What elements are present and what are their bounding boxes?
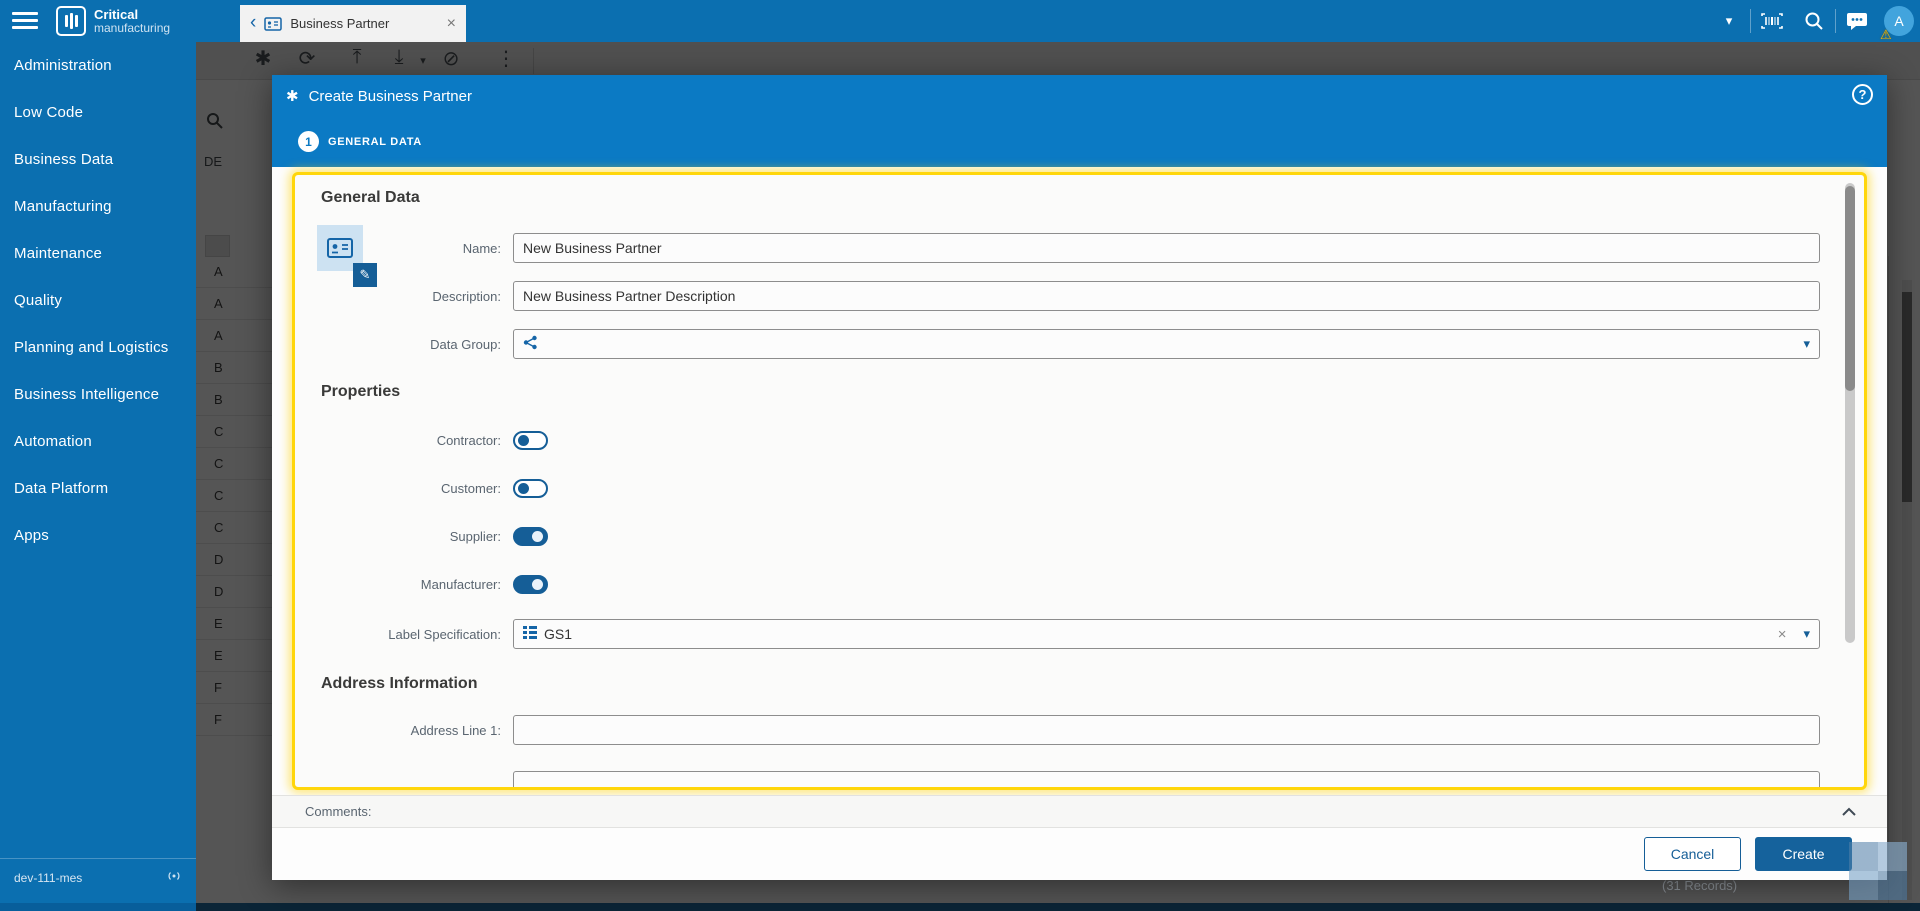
data-group-label: Data Group: bbox=[430, 336, 501, 352]
app-logo: Critical manufacturing bbox=[56, 6, 170, 36]
logo-icon bbox=[56, 6, 86, 36]
customer-toggle[interactable] bbox=[513, 479, 548, 498]
clear-icon[interactable]: × bbox=[1778, 626, 1787, 643]
menu-icon[interactable] bbox=[12, 12, 38, 30]
sidebar-item-data-platform[interactable]: Data Platform bbox=[0, 465, 196, 512]
sidebar-item-low-code[interactable]: Low Code bbox=[0, 89, 196, 136]
dialog-header: ✱ Create Business Partner ? 1 GENERAL DA… bbox=[272, 75, 1887, 167]
back-chevron-icon[interactable]: ‹ bbox=[250, 13, 256, 32]
step-label: GENERAL DATA bbox=[328, 135, 422, 148]
sidebar-item-automation[interactable]: Automation bbox=[0, 418, 196, 465]
share-icon bbox=[523, 335, 538, 353]
form-scrollbar[interactable] bbox=[1845, 183, 1855, 643]
user-avatar[interactable]: A ⚠ bbox=[1878, 0, 1920, 42]
wizard-step-general-data[interactable]: 1 GENERAL DATA bbox=[298, 131, 422, 152]
chevron-down-icon[interactable]: ▾ bbox=[1803, 336, 1810, 352]
cancel-button[interactable]: Cancel bbox=[1644, 837, 1741, 871]
logo-line2: manufacturing bbox=[94, 20, 171, 35]
comments-section[interactable]: Comments: bbox=[272, 795, 1887, 828]
name-input[interactable]: New Business Partner bbox=[513, 233, 1820, 263]
dialog-footer: Cancel Create bbox=[272, 828, 1887, 880]
list-icon bbox=[523, 625, 537, 643]
supplier-label: Supplier: bbox=[449, 529, 501, 544]
selection-highlight-artifact bbox=[1849, 842, 1907, 900]
search-icon[interactable] bbox=[1793, 0, 1835, 42]
tab-close-icon[interactable]: × bbox=[447, 15, 456, 33]
label-specification-label: Label Specification: bbox=[388, 626, 501, 642]
business-partner-icon bbox=[264, 16, 283, 31]
address-line-2-input[interactable] bbox=[513, 771, 1820, 787]
step-number: 1 bbox=[298, 131, 319, 152]
sidebar-item-business-intelligence[interactable]: Business Intelligence bbox=[0, 371, 196, 418]
warning-icon: ⚠ bbox=[1880, 27, 1892, 42]
comments-label: Comments: bbox=[305, 804, 372, 819]
supplier-toggle[interactable] bbox=[513, 527, 548, 546]
general-data-panel: General Data ✎ Name: New Business Partne… bbox=[292, 172, 1867, 790]
chevron-down-icon[interactable]: ▾ bbox=[1803, 626, 1810, 642]
name-label: Name: bbox=[462, 240, 501, 256]
barcode-scanner-icon[interactable] bbox=[1751, 0, 1793, 42]
sidebar-item-manufacturing[interactable]: Manufacturing bbox=[0, 183, 196, 230]
sidebar: Administration Low Code Business Data Ma… bbox=[0, 42, 196, 903]
customer-label: Customer: bbox=[441, 481, 501, 496]
sidebar-item-business-data[interactable]: Business Data bbox=[0, 136, 196, 183]
dialog-title: Create Business Partner bbox=[308, 87, 472, 105]
top-bar: Critical manufacturing ‹ Business Partne… bbox=[0, 0, 1920, 42]
tab-label: Business Partner bbox=[290, 16, 390, 31]
manufacturer-label: Manufacturer: bbox=[420, 577, 501, 592]
section-properties: Properties bbox=[321, 383, 401, 400]
description-label: Description: bbox=[432, 288, 501, 304]
section-general-data: General Data bbox=[321, 189, 420, 206]
create-business-partner-dialog: ✱ Create Business Partner ? 1 GENERAL DA… bbox=[272, 75, 1887, 880]
logo-line1: Critical bbox=[94, 6, 139, 22]
workspace-dropdown[interactable]: ▾ bbox=[1708, 0, 1750, 42]
label-specification-select[interactable]: GS1 × ▾ bbox=[513, 619, 1820, 649]
manufacturer-toggle[interactable] bbox=[513, 575, 548, 594]
description-input[interactable]: New Business Partner Description bbox=[513, 281, 1820, 311]
environment-name: dev-111-mes bbox=[14, 871, 83, 885]
address-line-1-label: Address Line 1: bbox=[410, 722, 501, 738]
sidebar-item-planning-and-logistics[interactable]: Planning and Logistics bbox=[0, 324, 196, 371]
sidebar-item-apps[interactable]: Apps bbox=[0, 512, 196, 559]
messages-icon[interactable] bbox=[1836, 0, 1878, 42]
section-address-information: Address Information bbox=[321, 675, 478, 692]
chevron-up-icon[interactable] bbox=[1841, 807, 1857, 817]
application-window: ✱ ⟳ ⤒ ⤓ ▾ ⊘ ⋮ DE A A A B B C C C C D D E… bbox=[0, 0, 1920, 911]
sidebar-item-administration[interactable]: Administration bbox=[0, 42, 196, 89]
create-button[interactable]: Create bbox=[1755, 837, 1852, 871]
help-icon[interactable]: ? bbox=[1852, 84, 1873, 105]
sidebar-item-quality[interactable]: Quality bbox=[0, 277, 196, 324]
tab-business-partner[interactable]: ‹ Business Partner × bbox=[240, 5, 466, 42]
address-line-1-input[interactable] bbox=[513, 715, 1820, 745]
sidebar-item-maintenance[interactable]: Maintenance bbox=[0, 230, 196, 277]
connectivity-icon bbox=[166, 869, 182, 887]
records-count: (31 Records) bbox=[1662, 878, 1738, 893]
contractor-toggle[interactable] bbox=[513, 431, 548, 450]
data-group-select[interactable]: ▾ bbox=[513, 329, 1820, 359]
create-icon: ✱ bbox=[286, 88, 299, 105]
contractor-label: Contractor: bbox=[436, 433, 501, 448]
